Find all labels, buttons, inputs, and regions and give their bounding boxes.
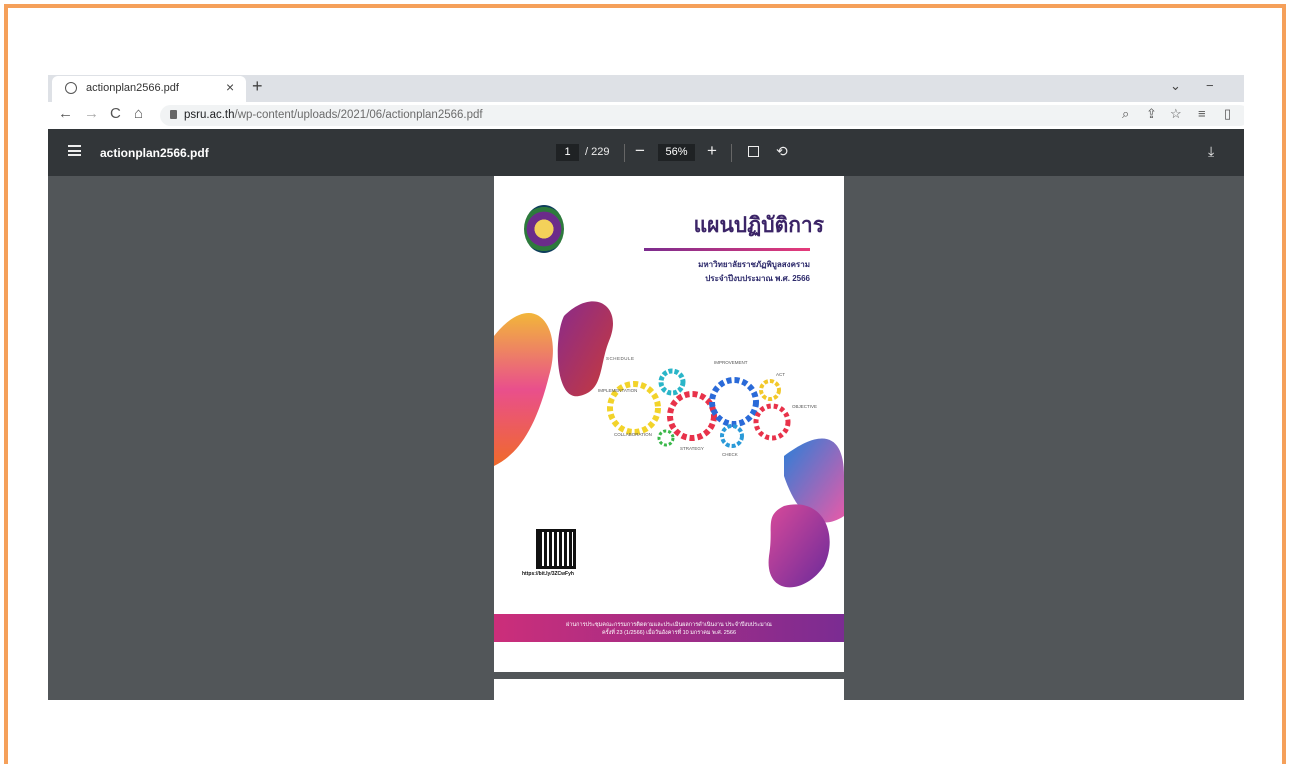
gear-light-blue <box>720 424 744 448</box>
reading-list-icon[interactable]: ≡ <box>1198 106 1206 121</box>
pdf-page-1: แผนปฏิบัติการ มหาวิทยาลัยราชภัฏพิบูลสงคร… <box>494 176 844 672</box>
back-button[interactable]: ← <box>58 105 73 122</box>
tab-actionplan[interactable]: actionplan2566.pdf × <box>52 76 246 102</box>
menu-icon[interactable] <box>68 145 81 156</box>
address-bar[interactable]: psru.ac.th/wp-content/uploads/2021/06/ac… <box>160 105 1244 126</box>
zoom-out-button[interactable]: − <box>635 141 645 161</box>
cover-fiscal-year: ประจำปีงบประมาณ พ.ศ. 2566 <box>705 274 810 283</box>
gear-green <box>657 429 675 447</box>
gear-blue <box>709 377 759 427</box>
qr-code <box>536 529 576 569</box>
footer-line-2: ครั้งที่ 23 (1/2566) เมื่อวันอังคารที่ 1… <box>601 630 737 636</box>
browser-window: actionplan2566.pdf × + ⌄ − ← → C ⌂ psru.… <box>48 75 1244 700</box>
divider <box>731 144 732 162</box>
new-tab-button[interactable]: + <box>252 76 263 97</box>
gear-word: STRATEGY <box>680 446 704 451</box>
globe-icon <box>65 82 77 94</box>
share-icon[interactable]: ⇪ <box>1146 106 1157 122</box>
star-icon[interactable]: ☆ <box>1170 106 1182 122</box>
reload-button[interactable]: C <box>110 105 121 122</box>
blob-burgundy <box>557 301 613 397</box>
gear-teal <box>658 368 686 396</box>
pdf-page-2 <box>494 679 844 700</box>
qr-url: https://bit.ly/3ZCwFyh <box>522 571 574 577</box>
tab-strip: actionplan2566.pdf × + ⌄ − <box>48 75 1244 102</box>
url-text: psru.ac.th/wp-content/uploads/2021/06/ac… <box>184 109 483 121</box>
cover-footer-band: ผ่านการประชุมคณะกรรมการติดตามและประเมินผ… <box>494 614 844 642</box>
tab-title: actionplan2566.pdf <box>86 82 179 94</box>
url-path: /wp-content/uploads/2021/06/actionplan25… <box>234 109 483 121</box>
url-domain: psru.ac.th <box>184 109 235 121</box>
blob-purple <box>768 504 830 588</box>
divider <box>624 144 625 162</box>
gear-red <box>667 391 717 441</box>
download-icon[interactable]: ⤓ <box>1208 143 1214 160</box>
gear-word: SCHEDULE <box>606 356 635 361</box>
side-panel-icon[interactable]: ▯ <box>1224 106 1231 122</box>
gear-word: IMPROVEMENT <box>714 360 748 365</box>
rotate-icon[interactable]: ⟲ <box>776 143 788 160</box>
gear-small-yellow <box>759 379 781 401</box>
chevron-down-icon[interactable]: ⌄ <box>1170 78 1181 94</box>
title-underline <box>644 248 810 251</box>
page-total: / 229 <box>585 146 610 158</box>
pdf-filename: actionplan2566.pdf <box>100 146 209 160</box>
home-button[interactable]: ⌂ <box>134 105 143 122</box>
zoom-input[interactable]: 56% <box>658 144 695 161</box>
cover-title: แผนปฏิบัติการ <box>693 214 824 237</box>
gear-word: ACT <box>776 372 785 377</box>
zoom-in-button[interactable]: + <box>707 141 717 161</box>
gear-word: OBJECTIVE <box>792 404 818 409</box>
minimize-button[interactable]: − <box>1206 78 1214 93</box>
browser-toolbar: ← → C ⌂ psru.ac.th/wp-content/uploads/20… <box>48 102 1244 129</box>
fit-page-icon[interactable] <box>748 146 759 157</box>
gear-word: CHECK <box>722 452 738 457</box>
gear-red-right <box>753 403 791 441</box>
zoom-icon[interactable]: ⌕ <box>1122 106 1129 122</box>
cover-university: มหาวิทยาลัยราชภัฏพิบูลสงคราม <box>698 260 810 269</box>
close-tab-icon[interactable]: × <box>226 79 234 95</box>
lock-icon <box>170 110 177 119</box>
pdf-toolbar: actionplan2566.pdf 1 / 229 − 56% + ⟲ ⤓ <box>48 129 1244 176</box>
gear-word: COLLABORATION <box>614 432 652 437</box>
page-number-input[interactable]: 1 <box>556 144 579 161</box>
gear-word: IMPLEMENTATION <box>598 388 638 393</box>
blob-left <box>494 313 553 466</box>
forward-button[interactable]: → <box>84 105 99 122</box>
footer-line-1: ผ่านการประชุมคณะกรรมการติดตามและประเมินผ… <box>566 622 772 628</box>
